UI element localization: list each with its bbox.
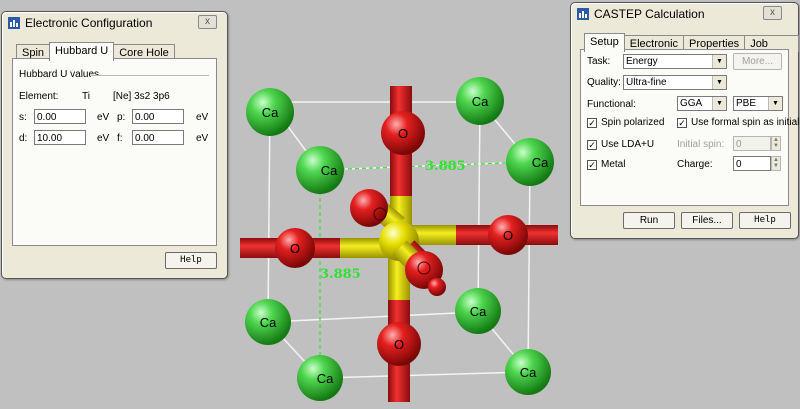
window-title: Electronic Configuration (25, 16, 153, 30)
ca-atom: Ca (297, 355, 343, 401)
svg-text:O: O (394, 337, 404, 352)
title-bar[interactable]: Electronic Configuration x (2, 12, 227, 34)
o-atom: O (377, 322, 421, 366)
electronic-configuration-window: Electronic Configuration x Spin Hubbard … (1, 11, 228, 279)
hubbard-u-panel: Hubbard U values Element: Ti [Ne] 3s2 3p… (12, 58, 217, 246)
svg-text:Ca: Ca (532, 155, 549, 170)
initial-spin-input[interactable]: 0 (733, 136, 771, 151)
svg-text:Ca: Ca (317, 371, 334, 386)
f-value-input[interactable]: 0.00 (132, 130, 184, 145)
ca-atom: Ca (506, 138, 554, 186)
spin-polarized-label: Spin polarized (601, 117, 665, 128)
chevron-down-icon: ▼ (768, 97, 782, 110)
functional-type-select[interactable]: GGA ▼ (677, 96, 727, 111)
app-icon (577, 8, 589, 20)
o-atom (350, 189, 388, 227)
tab-hubbard-u[interactable]: Hubbard U (49, 42, 115, 61)
lda-u-checkbox[interactable]: ✓ (587, 140, 597, 150)
chevron-down-icon: ▼ (712, 97, 726, 110)
svg-text:Ca: Ca (472, 94, 489, 109)
p-unit: eV (196, 112, 209, 123)
f-label: f: (117, 133, 123, 144)
configuration-value: [Ne] 3s2 3p6 (113, 91, 170, 102)
window-title: CASTEP Calculation (594, 7, 705, 21)
ca-atom: Ca (245, 299, 291, 345)
metal-checkbox[interactable]: ✓ (587, 160, 597, 170)
quality-value: Ultra-fine (626, 77, 667, 88)
task-label: Task: (587, 56, 611, 67)
group-separator (91, 75, 209, 77)
element-label: Element: (19, 91, 59, 102)
ca-atom: Ca (296, 146, 344, 194)
charge-label: Charge: (677, 159, 713, 170)
o-atom: O (381, 111, 425, 155)
p-label: p: (117, 112, 126, 123)
close-button[interactable]: x (198, 15, 217, 29)
quality-label: Quality: (587, 77, 621, 88)
functional-value: PBE (736, 98, 757, 109)
quality-select[interactable]: Ultra-fine ▼ (623, 75, 727, 90)
element-value: Ti (82, 91, 90, 102)
files-button[interactable]: Files... (681, 212, 733, 229)
svg-text:Ca: Ca (321, 163, 338, 178)
distance-label: 3.885 (425, 159, 466, 174)
functional-label: Functional: (587, 99, 636, 110)
s-label: s: (19, 112, 27, 123)
svg-text:O: O (503, 228, 513, 243)
spin-polarized-checkbox[interactable]: ✓ (587, 118, 597, 128)
d-label: d: (19, 133, 28, 144)
chevron-down-icon: ▼ (712, 76, 726, 89)
o-atom: O (275, 228, 315, 268)
initial-spin-label: Initial spin: (677, 139, 725, 150)
close-button[interactable]: x (763, 6, 782, 20)
metal-label: Metal (601, 159, 626, 170)
svg-text:O: O (398, 126, 408, 141)
title-bar[interactable]: CASTEP Calculation x (571, 3, 798, 25)
task-value: Energy (626, 56, 658, 67)
help-button[interactable]: Help (739, 212, 791, 229)
task-select[interactable]: Energy ▼ (623, 54, 727, 69)
lda-u-label: Use LDA+U (601, 139, 655, 150)
tab-setup[interactable]: Setup (584, 33, 625, 52)
chevron-down-icon: ▼ (712, 55, 726, 68)
ca-atom: Ca (505, 349, 551, 395)
initial-spin-stepper[interactable]: ▲ ▼ (771, 136, 781, 151)
more-button[interactable]: More... (733, 53, 782, 70)
d-unit: eV (97, 133, 110, 144)
setup-panel: Task: Energy ▼ More... Quality: Ultra-fi… (580, 49, 799, 206)
formal-spin-label: Use formal spin as initial (691, 117, 800, 128)
functional-select[interactable]: PBE ▼ (733, 96, 783, 111)
ca-atom: Ca (456, 77, 504, 125)
svg-text:O: O (290, 241, 300, 256)
run-button[interactable]: Run (623, 212, 675, 229)
hubbard-group-label: Hubbard U values (19, 69, 100, 80)
functional-type-value: GGA (680, 98, 703, 109)
distance-label: 3.885 (320, 267, 361, 282)
ca-atom: Ca (246, 88, 294, 136)
f-unit: eV (196, 133, 209, 144)
s-unit: eV (97, 112, 110, 123)
app-icon (8, 17, 20, 29)
p-value-input[interactable]: 0.00 (132, 109, 184, 124)
formal-spin-checkbox[interactable]: ✓ (677, 118, 687, 128)
svg-text:Ca: Ca (520, 365, 537, 380)
help-button[interactable]: Help (165, 252, 217, 269)
castep-calculation-window: CASTEP Calculation x Setup Electronic Pr… (570, 2, 799, 239)
svg-text:Ca: Ca (260, 315, 277, 330)
svg-text:Ca: Ca (470, 304, 487, 319)
charge-input[interactable]: 0 (733, 156, 771, 171)
charge-stepper[interactable]: ▲ ▼ (771, 156, 781, 171)
svg-text:Ca: Ca (262, 105, 279, 120)
o-atom: O (488, 215, 528, 255)
s-value-input[interactable]: 0.00 (34, 109, 86, 124)
o-atom (405, 251, 446, 296)
ca-atom: Ca (455, 288, 501, 334)
d-value-input[interactable]: 10.00 (34, 130, 86, 145)
